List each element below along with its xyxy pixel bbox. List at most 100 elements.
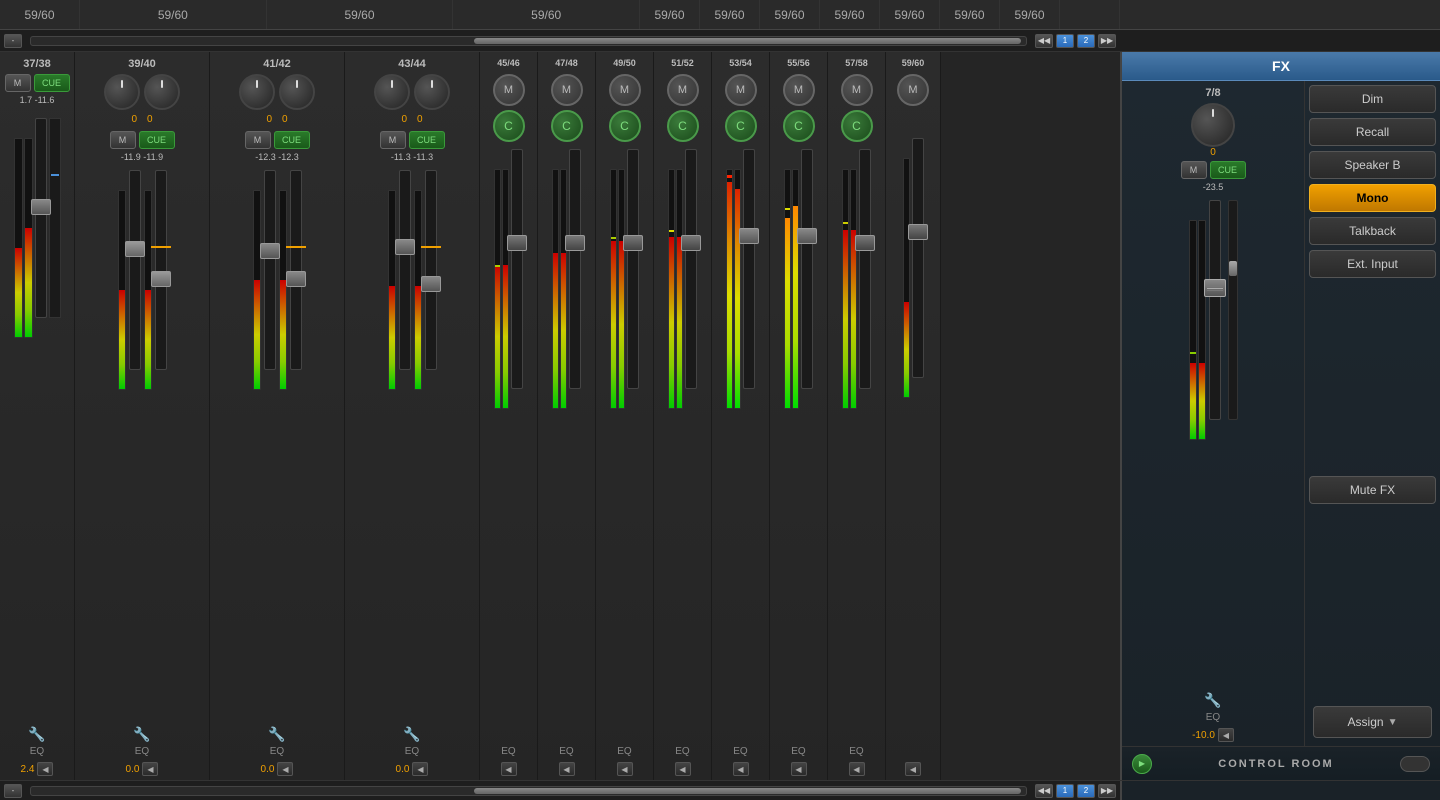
ch43-wrench-icon[interactable]: 🔧 — [403, 726, 420, 743]
ch57-eq-label[interactable]: EQ — [830, 746, 883, 757]
nav-prev-btn[interactable]: ◀◀ — [1035, 34, 1053, 48]
ch55-m-btn[interactable]: M — [783, 74, 815, 106]
ch41-cue-btn[interactable]: CUE — [274, 131, 310, 149]
ch41-arrow-btn[interactable]: ◀ — [277, 762, 293, 776]
ch47-arrow-btn[interactable]: ◀ — [559, 762, 575, 776]
ch51-eq-label[interactable]: EQ — [656, 746, 709, 757]
bottom-bar[interactable]: - ◀◀ 1 2 ▶▶ — [0, 780, 1440, 800]
ch37-arrow-btn[interactable]: ◀ — [37, 762, 53, 776]
ch43-knob-r[interactable] — [414, 74, 450, 110]
ch37-wrench-icon[interactable]: 🔧 — [28, 726, 45, 743]
ch49-m-btn[interactable]: M — [609, 74, 641, 106]
nav-minus-btn[interactable]: - — [4, 34, 22, 48]
ch39-bottom: 0.0 ◀ — [77, 762, 207, 776]
ch47-eq-label[interactable]: EQ — [540, 746, 593, 757]
dim-btn[interactable]: Dim — [1309, 85, 1436, 113]
top-ch-45: 59/60 — [640, 0, 700, 29]
ch53-c-btn[interactable]: C — [725, 110, 757, 142]
ch41-m-btn[interactable]: M — [245, 131, 271, 149]
ch43-eq-label[interactable]: EQ — [347, 746, 477, 757]
ch59-m-btn[interactable]: M — [897, 74, 929, 106]
bottom-scrollbar-track[interactable] — [30, 786, 1027, 796]
talkback-btn[interactable]: Talkback — [1309, 217, 1436, 245]
ch51-arrow-btn[interactable]: ◀ — [675, 762, 691, 776]
ch45-c-btn[interactable]: C — [493, 110, 525, 142]
ch51-c-btn[interactable]: C — [667, 110, 699, 142]
ch37-m-btn[interactable]: M — [5, 74, 31, 92]
ch41-levels: -12.3 -12.3 — [212, 152, 342, 162]
ch41-eq-label[interactable]: EQ — [212, 746, 342, 757]
ext-input-btn[interactable]: Ext. Input — [1309, 250, 1436, 278]
ch41-knob-r[interactable] — [279, 74, 315, 110]
assign-btn[interactable]: Assign ▼ — [1313, 706, 1432, 738]
ch45-eq-label[interactable]: EQ — [482, 746, 535, 757]
ch39-eq-label[interactable]: EQ — [77, 746, 207, 757]
nav-next-btn[interactable]: ▶▶ — [1098, 34, 1116, 48]
bottom-nav-minus[interactable]: - — [4, 784, 22, 798]
play-btn[interactable]: ▶ — [1132, 754, 1152, 774]
fx-knob[interactable] — [1191, 103, 1235, 147]
ch49-arrow-btn[interactable]: ◀ — [617, 762, 633, 776]
control-room-toggle[interactable] — [1400, 756, 1430, 772]
ch47-c-btn[interactable]: C — [551, 110, 583, 142]
ch45-arrow-btn[interactable]: ◀ — [501, 762, 517, 776]
ch39-wrench-icon[interactable]: 🔧 — [133, 726, 150, 743]
scrollbar-track[interactable] — [30, 36, 1027, 46]
ch57-m-btn[interactable]: M — [841, 74, 873, 106]
bottom-scrollbar[interactable] — [26, 784, 1031, 798]
ch45-m-btn[interactable]: M — [493, 74, 525, 106]
nav-page2-btn[interactable]: 2 — [1077, 34, 1095, 48]
ch43-knob-l[interactable] — [374, 74, 410, 110]
ch51-m-btn[interactable]: M — [667, 74, 699, 106]
fx-eq-label[interactable]: EQ — [1206, 712, 1220, 723]
speaker-b-btn[interactable]: Speaker B — [1309, 151, 1436, 179]
mono-btn[interactable]: Mono — [1309, 184, 1436, 212]
ch41-knob-l[interactable] — [239, 74, 275, 110]
bottom-nav-page1[interactable]: 1 — [1056, 784, 1074, 798]
ch39-knob-l[interactable] — [104, 74, 140, 110]
ch43-cue-btn[interactable]: CUE — [409, 131, 445, 149]
ch41-wrench-icon[interactable]: 🔧 — [268, 726, 285, 743]
fx-cue-btn[interactable]: CUE — [1210, 161, 1246, 179]
ch39-knob-r[interactable] — [144, 74, 180, 110]
ch37-btn-row: M CUE — [2, 74, 72, 92]
ch43-m-btn[interactable]: M — [380, 131, 406, 149]
fx-arrow-btn[interactable]: ◀ — [1218, 728, 1234, 742]
channel-41: 41/42 0 0 M CUE -12.3 -12.3 — [210, 52, 345, 780]
ch37-levels: 1.7 -11.6 — [2, 95, 72, 105]
bottom-nav-page2[interactable]: 2 — [1077, 784, 1095, 798]
ch57-arrow-btn[interactable]: ◀ — [849, 762, 865, 776]
fx-wrench-icon[interactable]: 🔧 — [1204, 692, 1221, 709]
bottom-nav-next[interactable]: ▶▶ — [1098, 784, 1116, 798]
scrollbar[interactable] — [26, 34, 1031, 48]
fx-channel-label: 7/8 — [1205, 85, 1220, 103]
ch55-c-btn[interactable]: C — [783, 110, 815, 142]
ch43-arrow-btn[interactable]: ◀ — [412, 762, 428, 776]
ch43-tools: 🔧 — [347, 726, 477, 743]
fx-m-btn[interactable]: M — [1181, 161, 1207, 179]
ch39-cue-btn[interactable]: CUE — [139, 131, 175, 149]
ch39-levels: -11.9 -11.9 — [77, 152, 207, 162]
ch53-arrow-btn[interactable]: ◀ — [733, 762, 749, 776]
ch57-c-btn[interactable]: C — [841, 110, 873, 142]
ch39-arrow-btn[interactable]: ◀ — [142, 762, 158, 776]
ch49-c-btn[interactable]: C — [609, 110, 641, 142]
ch49-eq-label[interactable]: EQ — [598, 746, 651, 757]
ch53-m-btn[interactable]: M — [725, 74, 757, 106]
bottom-nav-prev[interactable]: ◀◀ — [1035, 784, 1053, 798]
mute-fx-btn[interactable]: Mute FX — [1309, 476, 1436, 504]
ch39-m-btn[interactable]: M — [110, 131, 136, 149]
ch55-eq-label[interactable]: EQ — [772, 746, 825, 757]
ch53-eq-label[interactable]: EQ — [714, 746, 767, 757]
top-ch-55: 59/60 — [940, 0, 1000, 29]
nav-page1-btn[interactable]: 1 — [1056, 34, 1074, 48]
ch37-eq-label[interactable]: EQ — [2, 746, 72, 757]
scrollbar-row[interactable]: - ◀◀ 1 2 ▶▶ — [0, 30, 1440, 52]
recall-btn[interactable]: Recall — [1309, 118, 1436, 146]
ch57-label: 57/58 — [830, 56, 883, 72]
ch59-arrow-btn[interactable]: ◀ — [905, 762, 921, 776]
ch47-m-btn[interactable]: M — [551, 74, 583, 106]
ch55-arrow-btn[interactable]: ◀ — [791, 762, 807, 776]
ch37-cue-btn[interactable]: CUE — [34, 74, 70, 92]
channel-47: 47/48 M C — [538, 52, 596, 780]
